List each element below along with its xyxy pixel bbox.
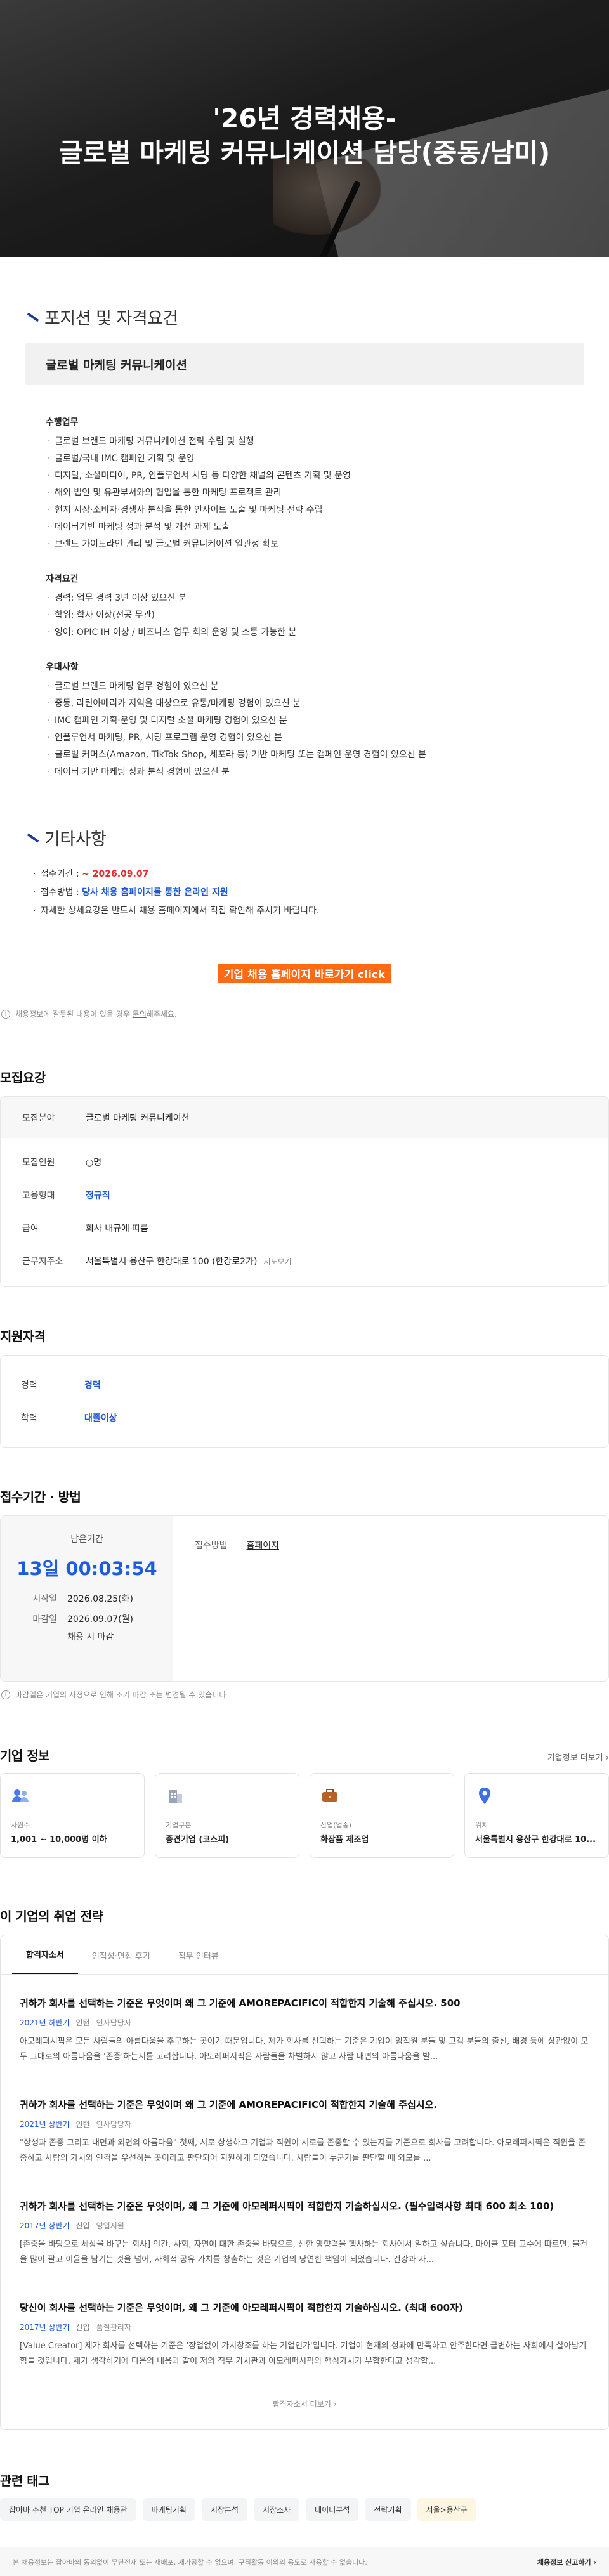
preference-block: 우대사항 글로벌 브랜드 마케팅 업무 경험이 있으신 분 중동, 라틴아메리카… bbox=[46, 660, 609, 781]
strategy-title: 이 기업의 취업 전략 bbox=[0, 1909, 103, 1924]
list-item: 경력: 업무 경력 3년 이상 있으신 분 bbox=[46, 590, 609, 607]
etc-list: 접수기간 : ~ 2026.09.07 접수방법 : 당사 채용 홈페이지를 통… bbox=[33, 865, 609, 920]
strategy-tabs: 합격자소서 인적성·면접 후기 직무 인터뷰 bbox=[1, 1935, 608, 1975]
career-row: 경력 경력 bbox=[21, 1380, 101, 1390]
education-row: 학력 대졸이상 bbox=[21, 1413, 117, 1423]
method-item: 접수방법 : 당사 채용 홈페이지를 통한 온라인 지원 bbox=[33, 884, 609, 902]
application-period-box: 남은기간 13일 00:03:54 시작일 2026.08.25(화) 마감일 … bbox=[0, 1515, 609, 1682]
list-item: 현지 시장·소비자·경쟁사 분석을 통한 인사이트 도출 및 마케팅 전략 수립 bbox=[46, 502, 609, 519]
tag-chip[interactable]: 시장분석 bbox=[201, 2498, 247, 2521]
recruit-info-table: 모집분야 글로벌 마케팅 커뮤니케이션 모집인원 ○명 고용형태 정규직 급여 … bbox=[0, 1096, 609, 1287]
detail-item: 자세한 상세요강은 반드시 채용 홈페이지에서 직접 확인해 주시기 바랍니다. bbox=[33, 902, 609, 920]
period-footnote: i 마감일은 기업의 사정으로 인해 조기 마감 또는 변경될 수 있습니다 bbox=[0, 1689, 609, 1700]
company-card-industry: 산업(업종) 화장품 제조업 bbox=[310, 1773, 454, 1858]
period-title: 접수기간 · 방법 bbox=[0, 1489, 81, 1505]
info-icon: i bbox=[1, 1009, 10, 1019]
recruit-count-row: 모집인원 ○명 bbox=[22, 1158, 102, 1168]
deadline-item: 접수기간 : ~ 2026.09.07 bbox=[33, 865, 609, 884]
list-item: 데이터기반 마케팅 성과 분석 및 개선 과제 도출 bbox=[46, 519, 609, 536]
tags-title: 관련 태그 bbox=[0, 2473, 50, 2488]
tab-interview-reviews[interactable]: 인적성·면접 후기 bbox=[78, 1949, 164, 1974]
preference-list: 글로벌 브랜드 마케팅 업무 경험이 있으신 분 중동, 라틴아메리카 지역을 … bbox=[46, 678, 609, 781]
strategy-panel: 합격자소서 인적성·면접 후기 직무 인터뷰 귀하가 회사를 선택하는 기준은 … bbox=[0, 1935, 609, 2430]
list-item: 영어: OPIC IH 이상 / 비즈니스 업무 회의 운영 및 소통 가능한 … bbox=[46, 624, 609, 641]
slash-icon bbox=[25, 311, 38, 324]
info-icon: i bbox=[1, 1690, 10, 1699]
cover-letter-item[interactable]: 당신이 회사를 선택하는 기준은 무엇이며, 왜 그 기준에 아모레퍼시픽이 적… bbox=[1, 2279, 608, 2381]
remaining-time-counter: 13일 00:03:54 bbox=[16, 1558, 157, 1579]
report-job-link[interactable]: 채용정보 신고하기 › bbox=[537, 2557, 596, 2567]
slash-icon bbox=[25, 832, 38, 844]
qualification-list: 경력: 업무 경력 3년 이상 있으신 분 학위: 학사 이상(전공 무관) 영… bbox=[46, 590, 609, 641]
tag-chip[interactable]: 데이터분석 bbox=[306, 2498, 359, 2521]
list-item: 데이터 기반 마케팅 성과 분석 경험이 있으신 분 bbox=[46, 764, 609, 781]
company-homepage-button[interactable]: 기업 채용 홈페이지 바로가기 click bbox=[217, 964, 392, 983]
list-item: IMC 캠페인 기획·운영 및 디지털 소셜 마케팅 경험이 있으신 분 bbox=[46, 712, 609, 729]
etc-section-heading: 기타사항 bbox=[25, 825, 609, 850]
company-cards: 사원수 1,001 ~ 10,000명 이하 기업구분 중견기업 (코스피) 산… bbox=[0, 1773, 609, 1858]
end-date: 마감일 2026.09.07(월) bbox=[32, 1614, 133, 1625]
list-item: 글로벌 커머스(Amazon, TikTok Shop, 세포라 등) 기반 마… bbox=[46, 747, 609, 764]
duties-list: 글로벌 브랜드 마케팅 커뮤니케이션 전략 수립 및 실행 글로벌/국내 IMC… bbox=[46, 433, 609, 553]
tag-chip[interactable]: 마케팅기획 bbox=[142, 2498, 195, 2521]
error-report-notice: i 채용정보에 잘못된 내용이 있을 경우 문의해주세요. bbox=[0, 1009, 609, 1019]
company-card-location: 위치 서울특별시 용산구 한강대로 10... bbox=[464, 1773, 609, 1858]
tab-cover-letters[interactable]: 합격자소서 bbox=[12, 1948, 78, 1974]
related-tags: 잡아바 추천 TOP 기업 온라인 채용관 마케팅기획 시장분석 시장조사 데이… bbox=[0, 2498, 609, 2521]
cover-letter-item[interactable]: 귀하가 회사를 선택하는 기준은 무엇이며 왜 그 기준에 AMOREPACIF… bbox=[1, 2076, 608, 2178]
list-item: 디지털, 소셜미디어, PR, 인플루언서 시딩 등 다양한 채널의 콘텐츠 기… bbox=[46, 467, 609, 485]
list-item: 글로벌/국내 IMC 캠페인 기획 및 운영 bbox=[46, 450, 609, 467]
method-value: 당사 채용 홈페이지를 통한 온라인 지원 bbox=[82, 887, 228, 898]
cover-letter-item[interactable]: 귀하가 회사를 선택하는 기준은 무엇이며 왜 그 기준에 AMOREPACIF… bbox=[1, 1975, 608, 2076]
work-address-row: 근무지주소 서울특별시 용산구 한강대로 100 (한강로2가) 지도보기 bbox=[22, 1256, 292, 1267]
tag-chip[interactable]: 시장조사 bbox=[253, 2498, 300, 2521]
employment-type-row: 고용형태 정규직 bbox=[22, 1191, 110, 1201]
list-item: 글로벌 브랜드 마케팅 업무 경험이 있으신 분 bbox=[46, 678, 609, 695]
list-item: 글로벌 브랜드 마케팅 커뮤니케이션 전략 수립 및 실행 bbox=[46, 433, 609, 450]
start-date: 시작일 2026.08.25(화) bbox=[32, 1594, 133, 1604]
position-name-box: 글로벌 마케팅 커뮤니케이션 bbox=[25, 343, 584, 385]
tag-chip-location[interactable]: 서울>용산구 bbox=[417, 2498, 476, 2521]
recruit-title: 모집요강 bbox=[0, 1070, 46, 1085]
homepage-link[interactable]: 홈페이지 bbox=[247, 1539, 280, 1551]
list-item: 중동, 라틴아메리카 지역을 대상으로 유통/마케팅 경험이 있으신 분 bbox=[46, 695, 609, 712]
company-info-title: 기업 정보 bbox=[0, 1748, 50, 1763]
people-icon bbox=[11, 1786, 30, 1805]
qualifications-title: 지원자격 bbox=[0, 1329, 46, 1344]
inquiry-link[interactable]: 문의 bbox=[133, 1010, 147, 1019]
tag-chip[interactable]: 전략기획 bbox=[365, 2498, 411, 2521]
location-pin-icon bbox=[475, 1786, 494, 1805]
qualifications-box: 경력 경력 학력 대졸이상 bbox=[0, 1355, 609, 1448]
duties-block: 수행업무 글로벌 브랜드 마케팅 커뮤니케이션 전략 수립 및 실행 글로벌/국… bbox=[46, 415, 609, 553]
company-more-link[interactable]: 기업정보 더보기 › bbox=[547, 1751, 609, 1763]
cover-letters-more-link[interactable]: 합격자소서 더보기 › bbox=[273, 2400, 337, 2409]
hero-banner: '26년 경력채용- 글로벌 마케팅 커뮤니케이션 담당(중동/남미) bbox=[0, 0, 609, 257]
briefcase-icon bbox=[320, 1786, 339, 1805]
tab-job-interviews[interactable]: 직무 인터뷰 bbox=[164, 1949, 233, 1974]
building-icon bbox=[166, 1786, 185, 1805]
position-section-heading: 포지션 및 자격요건 bbox=[25, 304, 609, 329]
tag-chip[interactable]: 잡아바 추천 TOP 기업 온라인 채용관 bbox=[0, 2498, 136, 2521]
list-item: 브랜드 가이드라인 관리 및 글로벌 커뮤니케이션 일관성 확보 bbox=[46, 536, 609, 553]
list-item: 해외 법인 및 유관부서와의 협업을 통한 마케팅 프로젝트 관리 bbox=[46, 485, 609, 502]
footer-bar: 본 채용정보는 잡아바의 동의없이 무단전재 또는 재배포, 재가공할 수 없으… bbox=[0, 2547, 609, 2576]
deadline-value: ~ 2026.09.07 bbox=[82, 869, 149, 879]
salary-row: 급여 회사 내규에 따름 bbox=[22, 1224, 149, 1234]
job-post-content: '26년 경력채용- 글로벌 마케팅 커뮤니케이션 담당(중동/남미) 포지션 … bbox=[0, 0, 609, 1019]
map-link[interactable]: 지도보기 bbox=[263, 1256, 291, 1267]
cover-letter-item[interactable]: 귀하가 회사를 선택하는 기준은 무엇이며, 왜 그 기준에 아모레퍼시픽이 적… bbox=[1, 2178, 608, 2279]
list-item: 학위: 학사 이상(전공 무관) bbox=[46, 607, 609, 624]
hero-title: '26년 경력채용- 글로벌 마케팅 커뮤니케이션 담당(중동/남미) bbox=[58, 103, 551, 168]
list-item: 인플루언서 마케팅, PR, 시딩 프로그램 운영 경험이 있으신 분 bbox=[46, 729, 609, 747]
company-card-employees: 사원수 1,001 ~ 10,000명 이하 bbox=[0, 1773, 145, 1858]
qualification-block: 자격요건 경력: 업무 경력 3년 이상 있으신 분 학위: 학사 이상(전공 … bbox=[46, 572, 609, 641]
company-card-type: 기업구분 중견기업 (코스피) bbox=[155, 1773, 299, 1858]
